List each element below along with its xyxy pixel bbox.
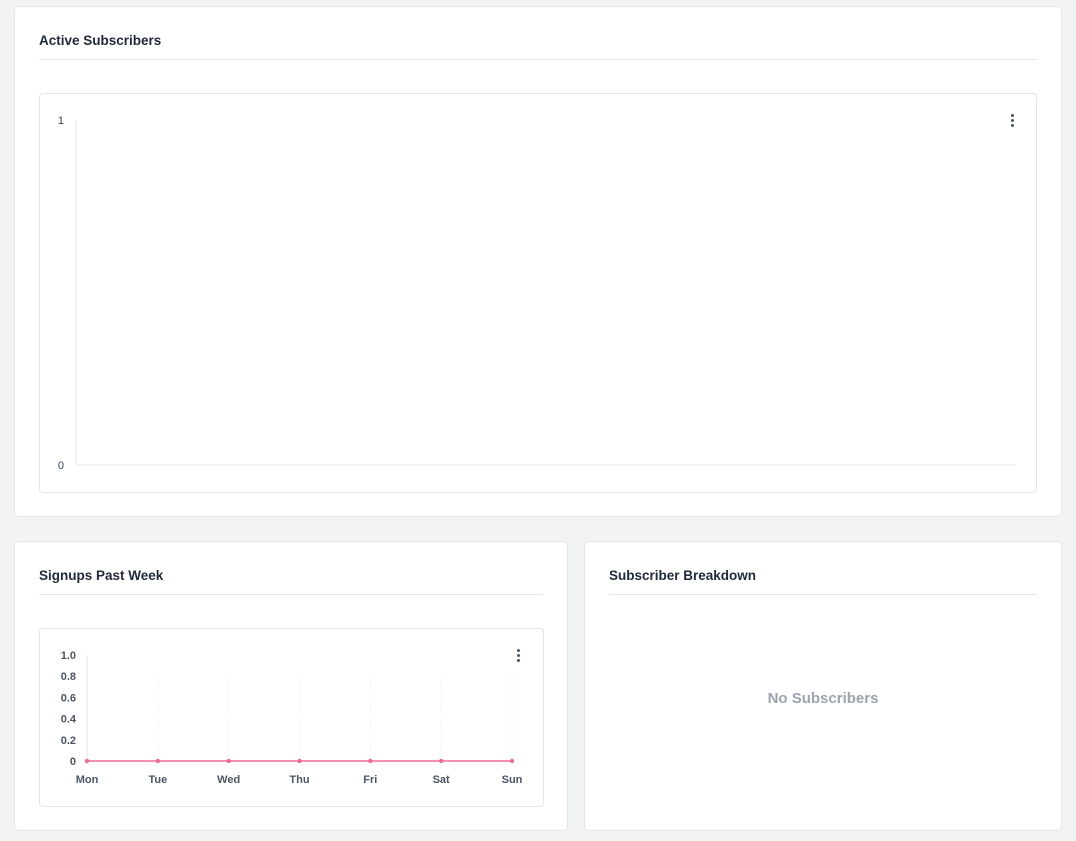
x-tick-label: Fri bbox=[363, 774, 377, 786]
active-subscribers-chart: 01 bbox=[39, 93, 1037, 493]
card-divider bbox=[39, 59, 1037, 60]
active-subscribers-title: Active Subscribers bbox=[39, 33, 162, 48]
y-tick-label: 0 bbox=[58, 460, 64, 472]
card-divider bbox=[609, 594, 1037, 595]
active-subscribers-card: Active Subscribers 01 bbox=[14, 6, 1062, 517]
signups-past-week-card: Signups Past Week 0 0.2 0.4 0.6 0.8 1.0 Mon Tue… bbox=[14, 541, 568, 831]
signups-past-week-chart-svg: 0 0.2 0.4 0.6 0.8 1.0 Mon Tue Wed Thu Fri Sat Sun bbox=[61, 650, 523, 786]
empty-state-message: No Subscribers bbox=[767, 690, 879, 707]
y-tick-label: 0.6 bbox=[61, 692, 76, 704]
y-tick-label: 0.4 bbox=[61, 714, 77, 726]
data-point bbox=[368, 758, 373, 764]
y-tick-label: 1 bbox=[58, 115, 64, 127]
y-tick-label: 0 bbox=[70, 756, 76, 768]
kebab-menu-icon[interactable] bbox=[511, 646, 525, 664]
x-tick-label: Wed bbox=[217, 774, 240, 786]
data-point bbox=[226, 758, 231, 764]
data-point bbox=[297, 758, 302, 764]
active-subscribers-chart-svg: 01 bbox=[58, 115, 1016, 472]
x-tick-label: Sun bbox=[502, 774, 523, 786]
data-point bbox=[509, 758, 515, 764]
data-point bbox=[155, 758, 161, 764]
data-point bbox=[438, 758, 444, 764]
y-tick-label: 0.2 bbox=[61, 735, 76, 747]
x-tick-label: Thu bbox=[289, 774, 309, 786]
y-tick-label: 1.0 bbox=[61, 650, 76, 662]
signups-past-week-chart: 0 0.2 0.4 0.6 0.8 1.0 Mon Tue Wed Thu Fri Sat Sun bbox=[39, 628, 544, 807]
subscriber-breakdown-title: Subscriber Breakdown bbox=[609, 568, 757, 583]
y-tick-label: 0.8 bbox=[61, 671, 76, 683]
kebab-menu-icon[interactable] bbox=[1005, 111, 1019, 129]
x-tick-label: Mon bbox=[76, 774, 99, 786]
subscriber-breakdown-card: Subscriber Breakdown No Subscribers bbox=[584, 541, 1062, 831]
x-tick-label: Sat bbox=[433, 774, 450, 786]
x-tick-label: Tue bbox=[148, 774, 167, 786]
data-point bbox=[84, 758, 90, 764]
signups-past-week-title: Signups Past Week bbox=[39, 568, 164, 583]
card-divider bbox=[39, 594, 543, 595]
